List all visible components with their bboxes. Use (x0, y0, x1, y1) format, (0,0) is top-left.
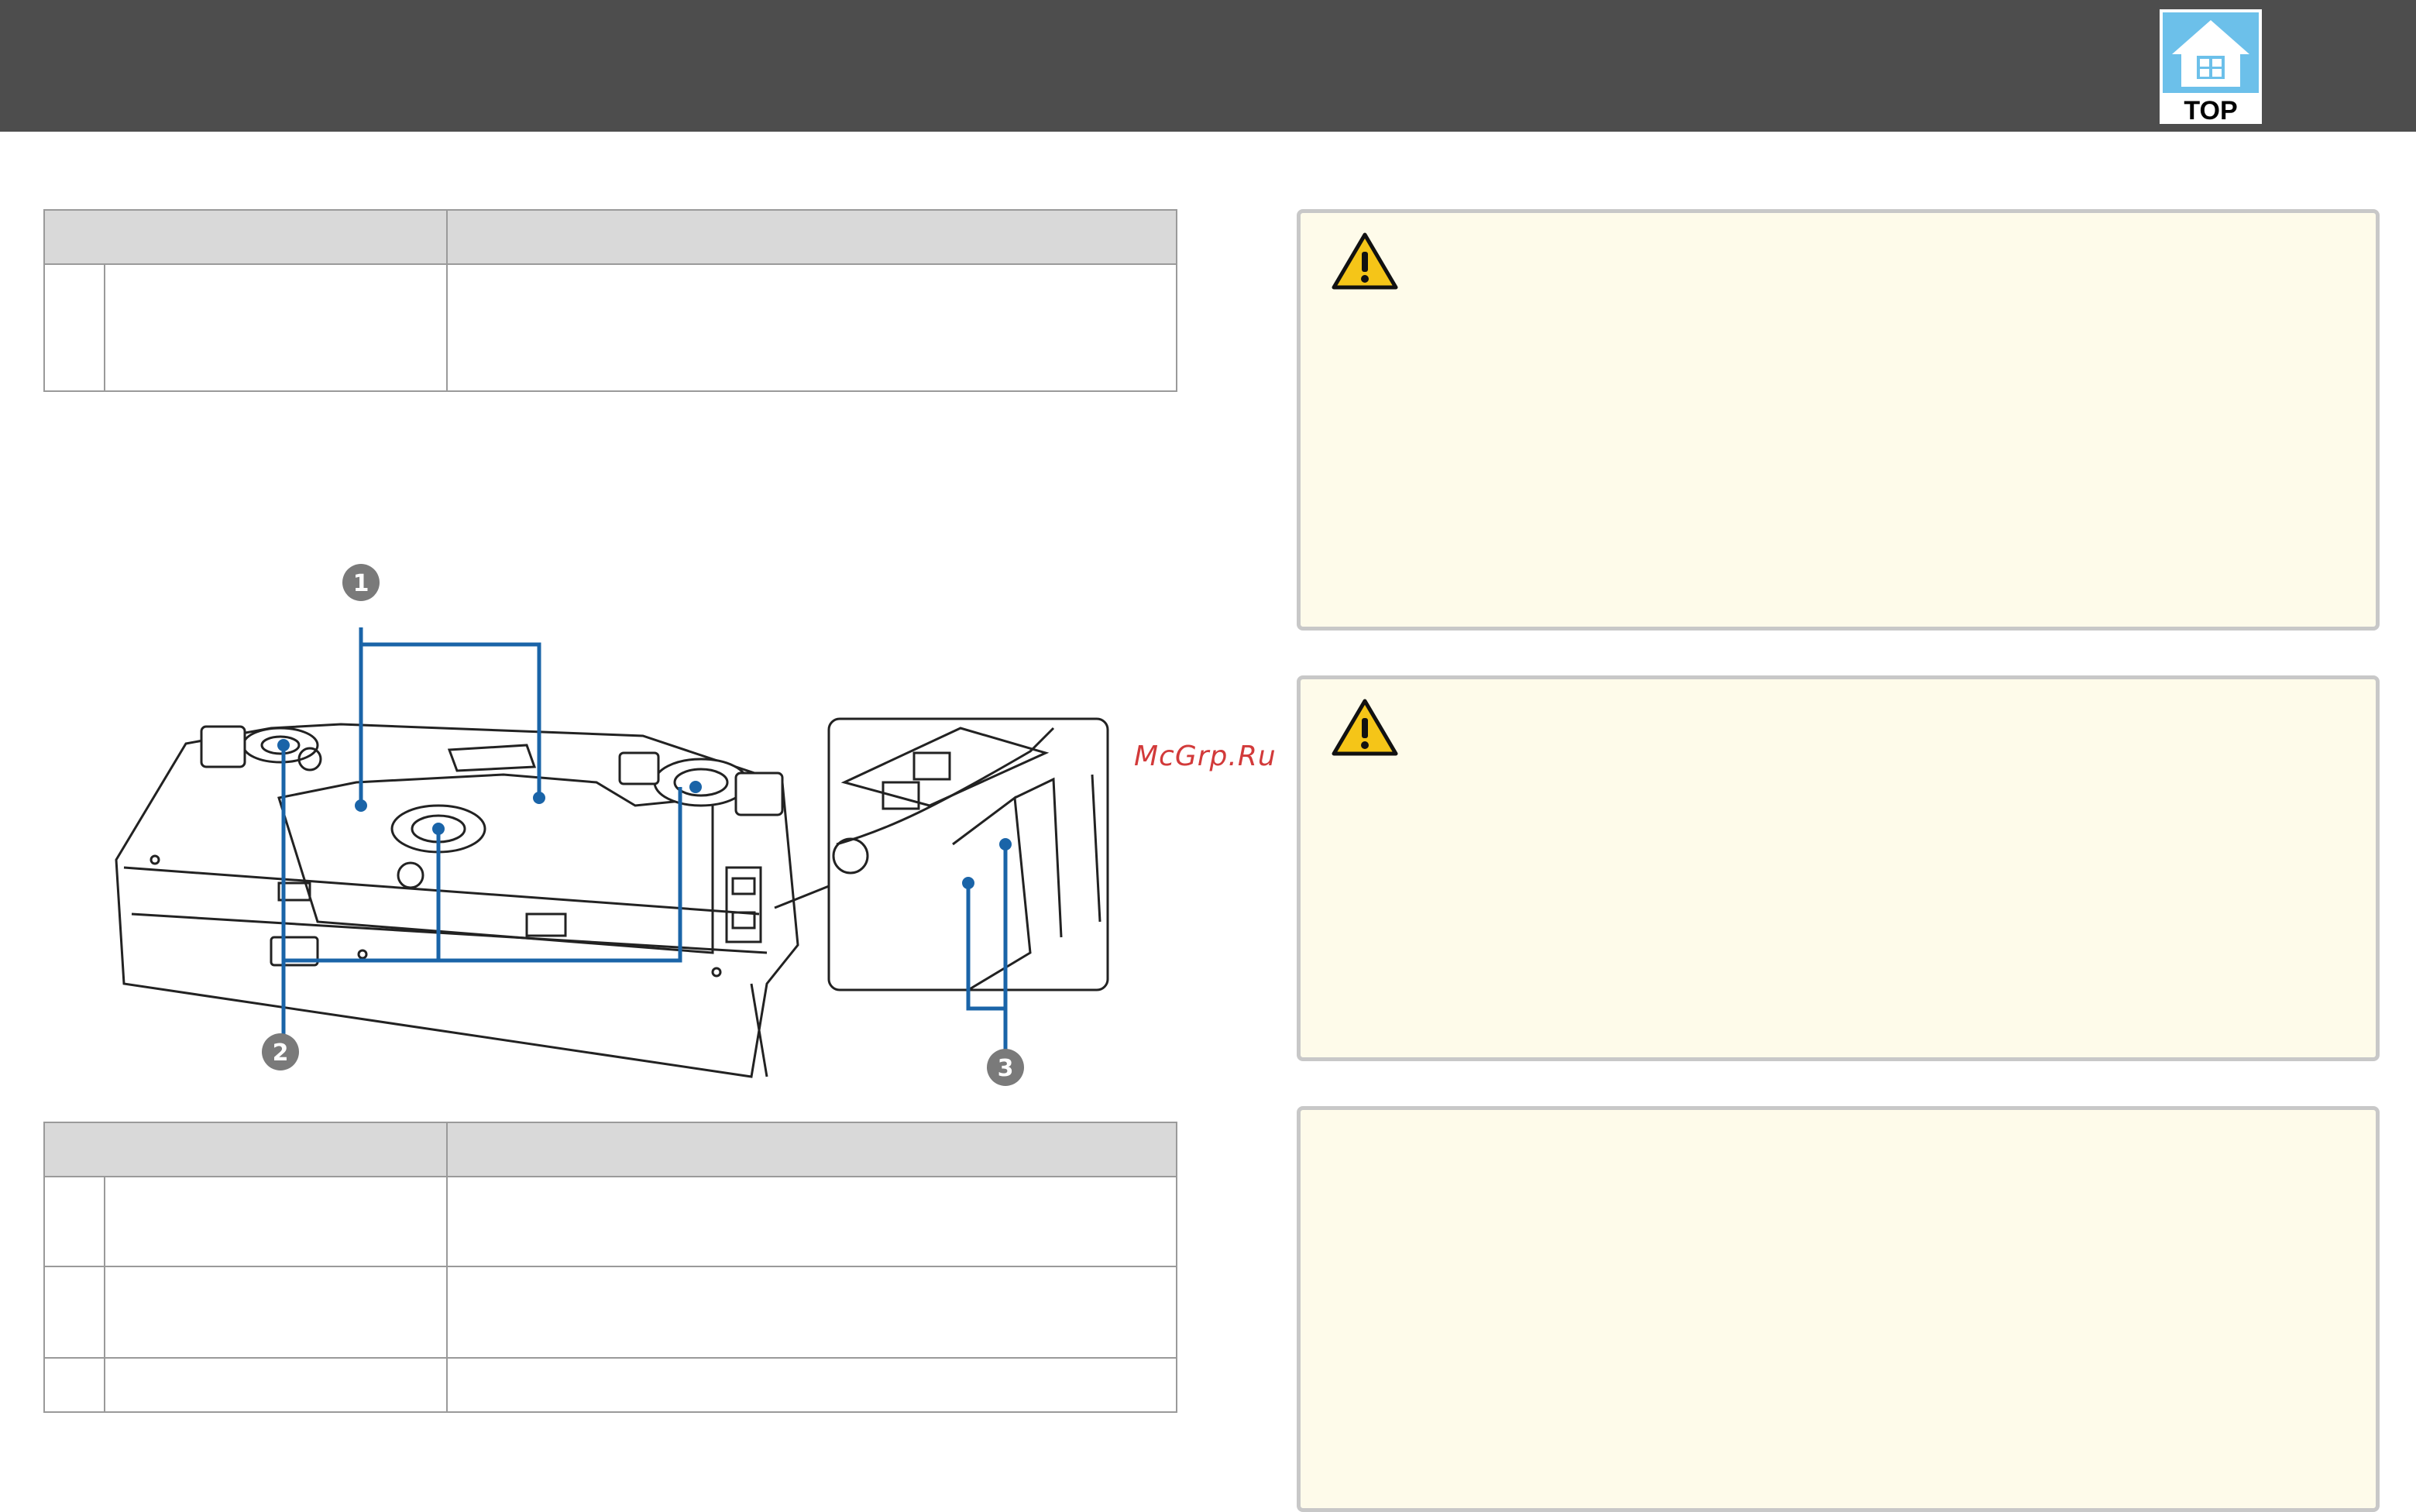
table-cell (446, 1266, 1177, 1359)
callout-2: 2 (262, 1033, 299, 1070)
table-cell (446, 1176, 1177, 1267)
svg-text:TOP: TOP (2184, 96, 2237, 124)
table-header-cell (446, 1122, 1177, 1177)
table-cell (104, 1357, 448, 1413)
warning-icon (1332, 699, 1398, 756)
table-cell (43, 263, 105, 392)
table-cell (43, 1176, 105, 1267)
warning-box-1 (1297, 209, 2380, 631)
svg-text:3: 3 (998, 1055, 1014, 1082)
warning-icon (1332, 232, 1398, 290)
table-cell (104, 1176, 448, 1267)
table-row (43, 263, 1177, 392)
spec-table-1 (43, 209, 1177, 392)
table-cell (43, 1357, 105, 1413)
table-header-cell (43, 209, 448, 265)
callout-1: 1 (342, 564, 380, 601)
table-cell (446, 1357, 1177, 1413)
svg-text:2: 2 (273, 1040, 289, 1067)
top-home-icon: TOP (2160, 9, 2262, 124)
table-cell (104, 263, 448, 392)
table-cell (446, 263, 1177, 392)
warning-box-2 (1297, 675, 2380, 1061)
spec-table-2 (43, 1122, 1177, 1413)
callout-3: 3 (987, 1049, 1024, 1086)
table-header-cell (43, 1122, 448, 1177)
table-cell (104, 1266, 448, 1359)
table-cell (43, 1266, 105, 1359)
projector-bottom-illustration: 1 2 3 (101, 550, 1123, 1092)
top-button[interactable]: TOP (2160, 9, 2262, 124)
watermark: McGrp.Ru (1134, 741, 1277, 772)
note-box (1297, 1106, 2380, 1512)
svg-text:1: 1 (353, 570, 369, 597)
table-header-row (43, 209, 1177, 265)
table-row (43, 1266, 1177, 1359)
table-header-cell (446, 209, 1177, 265)
table-row (43, 1357, 1177, 1413)
table-header-row (43, 1122, 1177, 1177)
header-bar: TOP (0, 0, 2416, 132)
table-row (43, 1176, 1177, 1267)
